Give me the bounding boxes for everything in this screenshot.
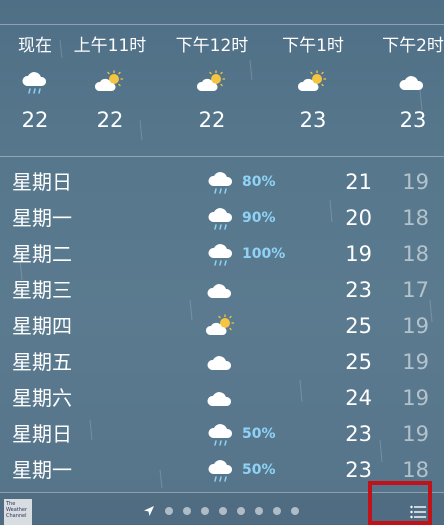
- high-temp: 19: [345, 242, 372, 266]
- low-temp: 18: [402, 458, 429, 482]
- day-name: 星期日: [12, 170, 72, 194]
- hour-label: 下午12时: [175, 36, 249, 56]
- precip-chance: 80%: [242, 174, 276, 190]
- rain-cloud-icon: [208, 460, 233, 482]
- high-temp: 25: [345, 314, 372, 338]
- daily-row: 星期五 25 19: [0, 345, 444, 379]
- high-temp: 20: [345, 206, 372, 230]
- page-dot: [165, 507, 173, 515]
- day-name: 星期一: [12, 458, 72, 482]
- rain-cloud-icon: [208, 208, 233, 230]
- daily-row: 星期三 23 17: [0, 273, 444, 307]
- hour-temp: 23: [399, 108, 427, 132]
- page-dot: [237, 507, 245, 515]
- hour-item: 下午12时 22: [167, 26, 257, 132]
- day-name: 星期五: [12, 350, 72, 374]
- low-temp: 19: [402, 314, 429, 338]
- high-temp: 24: [345, 386, 372, 410]
- high-temp: 23: [345, 458, 372, 482]
- cloud-icon: [207, 356, 232, 370]
- daily-row: 星期日 50% 23 19: [0, 417, 444, 451]
- hour-temp: 22: [96, 108, 124, 132]
- page-dot: [255, 507, 263, 515]
- rain-cloud-icon: [208, 244, 233, 266]
- hour-label: 下午2时: [382, 36, 444, 56]
- top-divider: [0, 24, 444, 25]
- daily-row: 星期二 100% 19 18: [0, 237, 444, 271]
- precip-chance: 50%: [242, 426, 276, 442]
- sun-cloud-icon: [197, 70, 226, 91]
- hour-label: 上午11时: [73, 36, 147, 56]
- page-dot: [183, 507, 191, 515]
- low-temp: 19: [402, 422, 429, 446]
- rain-cloud-icon: [208, 172, 233, 194]
- page-dot: [291, 507, 299, 515]
- cloud-icon: [207, 284, 232, 298]
- daily-row: 星期一 90% 20 18: [0, 201, 444, 235]
- precip-chance: 50%: [242, 462, 276, 478]
- daily-row: 星期日 80% 21 19: [0, 165, 444, 199]
- daily-row: 星期四 25 19: [0, 309, 444, 343]
- low-temp: 18: [402, 206, 429, 230]
- page-dot: [219, 507, 227, 515]
- sun-cloud-icon: [298, 70, 327, 91]
- hour-item: 下午2时 23: [368, 26, 444, 132]
- hour-temp: 23: [299, 108, 327, 132]
- low-temp: 19: [402, 386, 429, 410]
- day-name: 星期三: [12, 278, 72, 302]
- hourly-forecast[interactable]: 现在 22 上午11时 22 下午12时 22 下午1时 23 下午2时 23: [0, 26, 444, 154]
- precip-chance: 100%: [242, 246, 286, 262]
- day-name: 星期一: [12, 206, 72, 230]
- high-temp: 23: [345, 278, 372, 302]
- hour-item: 下午1时 23: [268, 26, 358, 132]
- day-name: 星期日: [12, 422, 72, 446]
- low-temp: 18: [402, 242, 429, 266]
- hour-item: 上午11时 22: [65, 26, 155, 132]
- weather-channel-logo[interactable]: The Weather Channel: [4, 499, 32, 525]
- low-temp: 17: [402, 278, 429, 302]
- section-divider: [0, 156, 444, 157]
- high-temp: 21: [345, 170, 372, 194]
- city-list-button[interactable]: [368, 481, 432, 525]
- daily-row: 星期六 24 19: [0, 381, 444, 415]
- page-dot: [273, 507, 281, 515]
- sun-cloud-icon: [95, 70, 124, 91]
- page-indicator[interactable]: [143, 505, 309, 517]
- cloud-icon: [399, 76, 424, 90]
- location-arrow-icon: [144, 506, 154, 516]
- page-dot: [201, 507, 209, 515]
- day-name: 星期二: [12, 242, 72, 266]
- day-name: 星期四: [12, 314, 72, 338]
- day-name: 星期六: [12, 386, 72, 410]
- rain-cloud-icon: [208, 424, 233, 446]
- precip-chance: 90%: [242, 210, 276, 226]
- logo-text: The Weather Channel: [6, 501, 28, 519]
- high-temp: 25: [345, 350, 372, 374]
- hour-temp: 22: [198, 108, 226, 132]
- list-icon: [410, 505, 426, 519]
- low-temp: 19: [402, 170, 429, 194]
- sun-cloud-icon: [206, 314, 235, 335]
- low-temp: 19: [402, 350, 429, 374]
- cloud-icon: [207, 392, 232, 406]
- rain-cloud-icon: [22, 72, 47, 94]
- hour-label: 下午1时: [282, 36, 344, 56]
- high-temp: 23: [345, 422, 372, 446]
